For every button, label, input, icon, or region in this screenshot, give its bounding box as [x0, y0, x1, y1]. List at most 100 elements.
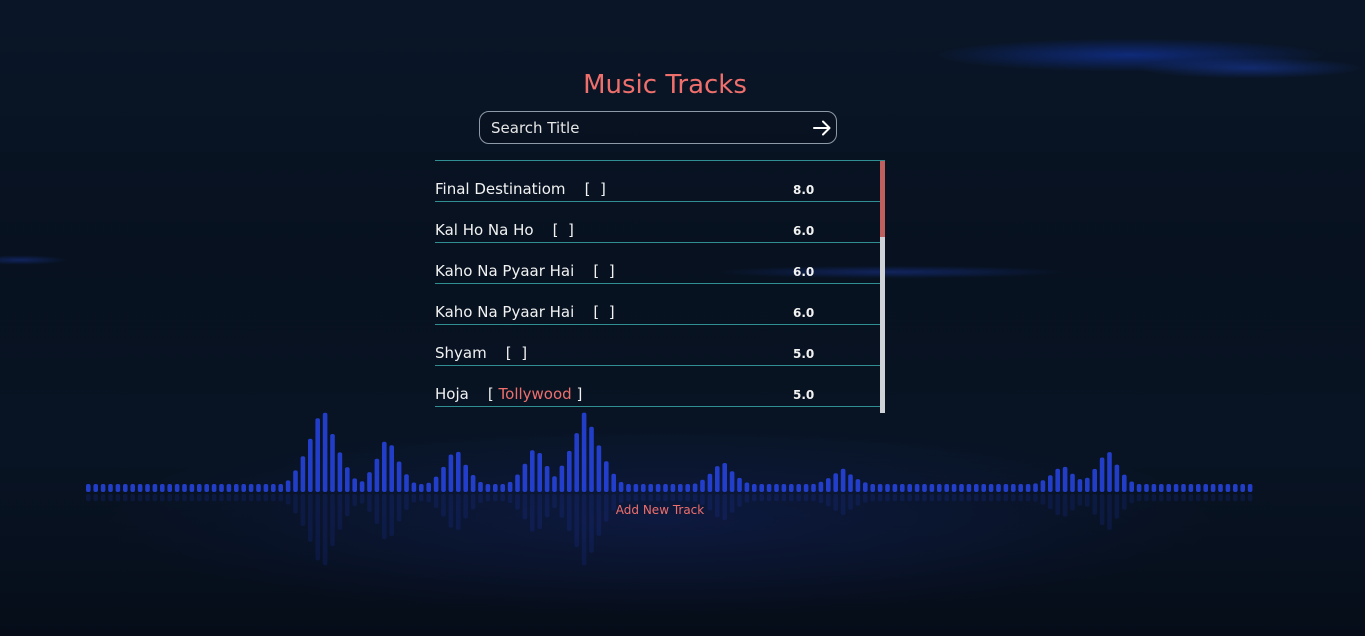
- visualizer-bar-reflection: [863, 494, 868, 503]
- visualizer-bar-reflection: [167, 494, 172, 502]
- visualizer-bar-reflection: [826, 494, 831, 507]
- visualizer-bar: [589, 426, 594, 492]
- visualizer-bar: [811, 483, 816, 492]
- visualizer-bar-reflection: [263, 494, 269, 502]
- visualizer-bar-reflection: [271, 494, 276, 502]
- genre-bracket-open: [: [574, 262, 604, 280]
- track-row[interactable]: Hoja [ Tollywood ] 5.0: [435, 366, 885, 407]
- visualizer-bar: [1233, 484, 1238, 492]
- visualizer-bar-reflection: [996, 494, 1001, 502]
- visualizer-bar-reflection: [234, 494, 239, 502]
- visualizer-bar: [374, 458, 380, 492]
- visualizer-bar: [803, 484, 809, 492]
- visualizer-bar: [448, 454, 454, 492]
- visualizer-bar: [315, 418, 320, 492]
- visualizer-bar: [1018, 484, 1023, 492]
- visualizer-bar: [611, 473, 616, 492]
- track-row[interactable]: [435, 407, 885, 414]
- visualizer-bar: [1247, 484, 1253, 492]
- visualizer-bar-reflection: [337, 494, 343, 530]
- visualizer-bar-reflection: [300, 494, 306, 527]
- visualizer-bar-reflection: [241, 494, 246, 502]
- visualizer-bar-reflection: [248, 494, 254, 502]
- visualizer-bar-reflection: [685, 494, 690, 502]
- visualizer-bar-reflection: [648, 494, 653, 502]
- visualizer-bar-reflection: [86, 494, 91, 502]
- visualizer-bar: [404, 474, 409, 492]
- track-genre: Tollywood: [498, 385, 572, 403]
- visualizer-bar: [685, 484, 690, 492]
- visualizer-bar-reflection: [137, 494, 143, 502]
- visualizer-bar: [626, 484, 631, 492]
- visualizer-bar: [411, 482, 417, 492]
- visualizer-bar-reflection: [1136, 494, 1142, 502]
- search-input[interactable]: [491, 117, 801, 139]
- track-title-text: Kal Ho Na Ho: [435, 221, 534, 239]
- visualizer-bar: [678, 484, 683, 492]
- visualizer-bar-reflection: [988, 494, 994, 502]
- visualizer-bar-reflection: [678, 494, 683, 502]
- arrow-right-icon[interactable]: [810, 116, 834, 140]
- visualizer-bar-reflection: [197, 494, 202, 502]
- visualizer-bar-reflection: [1225, 494, 1231, 502]
- visualizer-bar-reflection: [796, 494, 801, 502]
- track-rating: 6.0: [793, 265, 815, 279]
- scrollbar-thumb[interactable]: [880, 161, 885, 237]
- visualizer-bar: [781, 484, 787, 492]
- genre-bracket-close: ]: [595, 180, 606, 198]
- visualizer-bar: [1003, 484, 1009, 492]
- visualizer-bar-reflection: [774, 494, 779, 502]
- visualizer-bar-reflection: [833, 494, 838, 511]
- add-new-track-link[interactable]: Add New Track: [560, 502, 760, 518]
- visualizer-bar: [174, 484, 180, 492]
- visualizer-bar: [1129, 481, 1134, 492]
- visualizer-bar-reflection: [1092, 494, 1097, 515]
- visualizer-bar: [456, 451, 461, 492]
- visualizer-bar: [774, 484, 779, 492]
- visualizer-bar-reflection: [626, 494, 631, 502]
- visualizer-bar-reflection: [670, 494, 676, 502]
- visualizer-bar-reflection: [655, 494, 661, 502]
- visualizer-bar-reflection: [507, 494, 513, 504]
- track-row[interactable]: Shyam [ ] 5.0: [435, 325, 885, 366]
- visualizer-bar: [633, 484, 639, 492]
- visualizer-bar: [1166, 484, 1171, 492]
- visualizer-bar: [1122, 474, 1127, 492]
- visualizer-bar: [256, 484, 261, 492]
- track-row[interactable]: Kal Ho Na Ho [ ] 6.0: [435, 202, 885, 243]
- visualizer-bar-reflection: [759, 494, 764, 502]
- visualizer-bar-reflection: [907, 494, 912, 502]
- visualizer-bar-reflection: [885, 494, 890, 502]
- track-row[interactable]: Kaho Na Pyaar Hai [ ] 6.0: [435, 284, 885, 325]
- visualizer-bar: [463, 464, 468, 492]
- visualizer-bar: [996, 484, 1001, 492]
- visualizer-bar: [1055, 468, 1060, 492]
- visualizer-bar: [826, 478, 831, 492]
- visualizer-bar: [204, 484, 209, 492]
- visualizer-bar-reflection: [1077, 494, 1083, 506]
- visualizer-bar-reflection: [404, 494, 409, 510]
- visualizer-bar-reflection: [345, 494, 350, 517]
- visualizer-bar-reflection: [441, 494, 446, 517]
- visualizer-bar: [1062, 466, 1068, 492]
- visualizer-bar: [1210, 484, 1216, 492]
- visualizer-bar: [670, 484, 676, 492]
- visualizer-bar: [552, 476, 557, 492]
- visualizer-bar-reflection: [456, 494, 461, 531]
- visualizer-bar: [219, 484, 224, 492]
- visualizer-bar: [892, 484, 898, 492]
- track-row[interactable]: Final Destinatiom [ ] 8.0: [435, 161, 885, 202]
- genre-bracket-close: ]: [571, 385, 583, 403]
- visualizer-bar: [759, 484, 764, 492]
- track-list-scrollbar[interactable]: [880, 161, 885, 413]
- visualizer-bar: [145, 484, 150, 492]
- visualizer-bar-reflection: [204, 494, 209, 502]
- visualizer-bar: [596, 445, 602, 492]
- visualizer-bar: [1040, 480, 1046, 492]
- track-row[interactable]: Kaho Na Pyaar Hai [ ] 6.0: [435, 243, 885, 284]
- visualizer-bar: [1218, 484, 1223, 492]
- visualizer-bar: [189, 484, 195, 492]
- track-list[interactable]: Final Destinatiom [ ] 8.0 Kal Ho Na Ho [ ]…: [435, 160, 885, 414]
- visualizer-bar: [1025, 484, 1031, 492]
- visualizer-bar: [100, 484, 106, 492]
